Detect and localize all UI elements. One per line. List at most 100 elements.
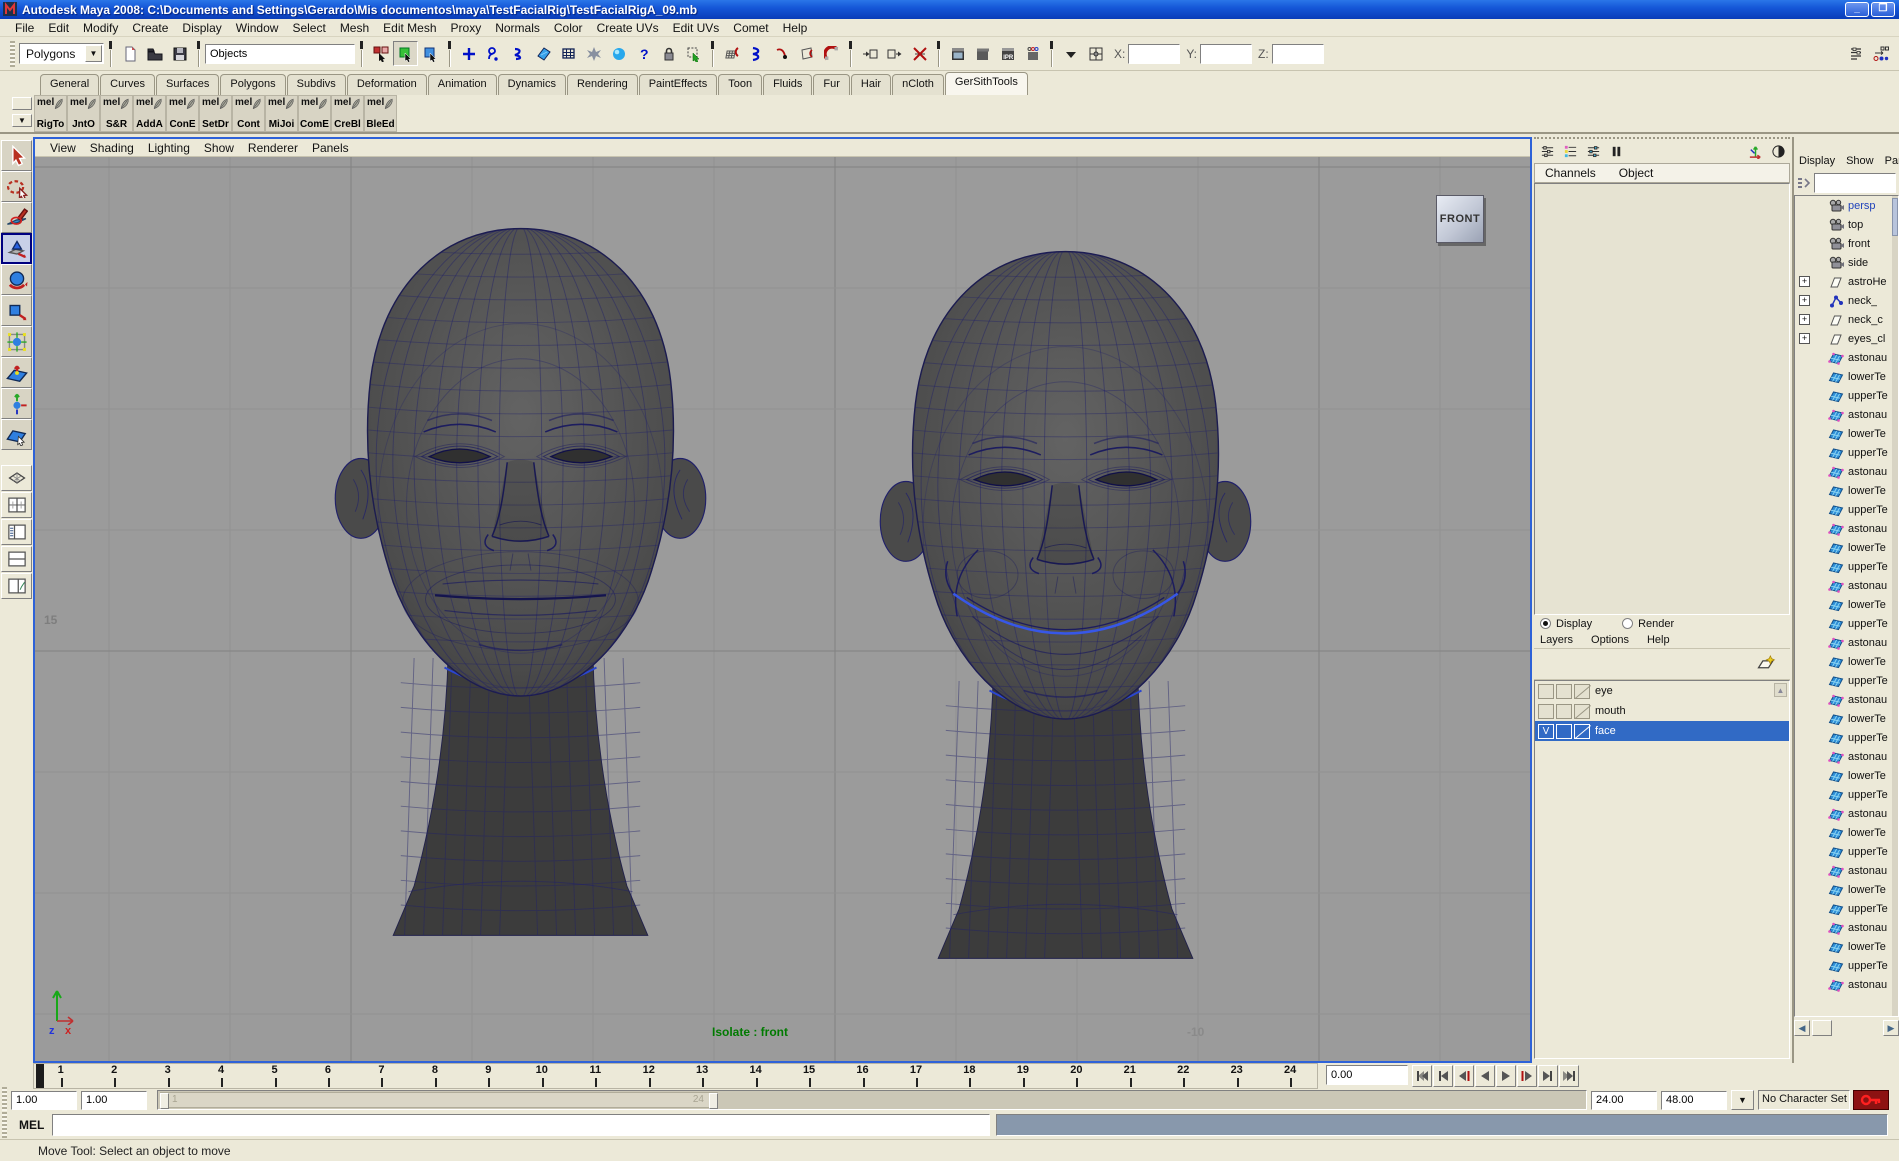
outliner-item-upperte[interactable]: upperTe [1795,557,1898,576]
shelf-item-adda[interactable]: melAddA [133,95,166,132]
statusline-separator[interactable] [934,40,943,68]
menu-edit-mesh[interactable]: Edit Mesh [376,20,443,36]
menu-create[interactable]: Create [125,20,175,36]
shelf-tab-ncloth[interactable]: nCloth [892,74,944,95]
viewport-menu-view[interactable]: View [43,140,83,156]
pause-button[interactable] [1605,141,1628,161]
menu-set-dropdown-icon[interactable]: ▼ [85,45,102,62]
outliner-item-neck[interactable]: +neck_ [1795,291,1898,310]
outliner-item-neck-c[interactable]: +neck_c [1795,310,1898,329]
menu-modify[interactable]: Modify [76,20,125,36]
frame-16[interactable]: 16 [836,1064,889,1088]
outliner-item-lowerte[interactable]: lowerTe [1795,481,1898,500]
rotate-tool-button[interactable] [1,264,32,295]
step-back-frame-button[interactable] [1433,1065,1453,1087]
snap-to-curves-button[interactable] [744,41,769,66]
playback-start-field[interactable] [11,1091,77,1110]
play-backwards-button[interactable] [1475,1065,1495,1087]
shelf-tab-painteffects[interactable]: PaintEffects [639,74,718,95]
lock-selection-button[interactable] [656,41,681,66]
frame-4[interactable]: 4 [194,1064,247,1088]
outliner-menu-display[interactable]: Display [1799,155,1835,167]
ipr-render-button[interactable]: IPR [995,41,1020,66]
layer-color-swatch[interactable] [1574,704,1590,719]
viewport-menu-shading[interactable]: Shading [83,140,141,156]
frame-3[interactable]: 3 [141,1064,194,1088]
shelf-tab-dynamics[interactable]: Dynamics [498,74,566,95]
outliner-item-astonau[interactable]: astonau [1795,690,1898,709]
channel-box-menu-channels[interactable]: Channels [1545,165,1605,181]
statusline-separator[interactable] [194,40,203,68]
shelf-tab-polygons[interactable]: Polygons [220,74,285,95]
channel-box-content[interactable] [1534,183,1790,615]
frame-19[interactable]: 19 [996,1064,1049,1088]
shelf-tab-hair[interactable]: Hair [851,74,891,95]
layer-row-mouth[interactable]: mouth [1535,701,1789,721]
channel-speed-fast-button[interactable] [1582,141,1605,161]
statusline-separator[interactable] [846,40,855,68]
outliner-item-astonau[interactable]: astonau [1795,633,1898,652]
shelf-item-bleed[interactable]: melBleEd [364,95,397,132]
outliner-item-upperte[interactable]: upperTe [1795,500,1898,519]
animation-start-field[interactable] [81,1091,147,1110]
outliner-item-lowerte[interactable]: lowerTe [1795,880,1898,899]
mask-points-button[interactable] [456,41,481,66]
outliner-item-persp[interactable]: persp [1795,196,1898,215]
layer-menu-layers[interactable]: Layers [1540,634,1581,646]
channel-box-menu-object[interactable]: Object [1619,165,1663,181]
scale-tool-button[interactable] [1,295,32,326]
render-region-button[interactable] [970,41,995,66]
playback-options-dropdown[interactable]: ▼ [1731,1090,1754,1110]
current-frame-indicator[interactable] [36,1064,44,1088]
layer-playback-toggle[interactable] [1556,704,1572,719]
statusline-separator[interactable] [357,40,366,68]
outliner-item-lowerte[interactable]: lowerTe [1795,367,1898,386]
transform-dropdown-button[interactable] [1058,41,1083,66]
mask-curves-button[interactable] [506,41,531,66]
neutral-head-mesh[interactable] [335,227,706,936]
frame-5[interactable]: 5 [248,1064,301,1088]
outliner-vertical-scrollbar[interactable] [1892,196,1898,1016]
mel-label-button[interactable]: MEL [11,1116,52,1134]
outliner-horizontal-scrollbar[interactable]: ◀ ▶ [1794,1019,1899,1037]
frame-2[interactable]: 2 [87,1064,140,1088]
shelf-tab-animation[interactable]: Animation [428,74,497,95]
viewport-menu-renderer[interactable]: Renderer [241,140,305,156]
menu-display[interactable]: Display [175,20,228,36]
outliner-item-lowerte[interactable]: lowerTe [1795,709,1898,728]
select-object-button[interactable] [393,41,418,66]
range-bar[interactable]: 1 24 [160,1092,718,1108]
mask-handles-button[interactable] [481,41,506,66]
lasso-tool-button[interactable] [1,171,32,202]
outliner-item-upperte[interactable]: upperTe [1795,386,1898,405]
outliner-item-astonau[interactable]: astonau [1795,861,1898,880]
channel-speed-medium-button[interactable] [1559,141,1582,161]
viewport-menu-lighting[interactable]: Lighting [141,140,197,156]
scroll-thumb[interactable] [1812,1020,1832,1036]
step-forward-key-button[interactable] [1517,1065,1537,1087]
split-pane-layout-button[interactable] [1,546,32,572]
shelf-item-setdr[interactable]: melSetDr [199,95,232,132]
outliner-item-upperte[interactable]: upperTe [1795,785,1898,804]
frame-6[interactable]: 6 [301,1064,354,1088]
frame-8[interactable]: 8 [408,1064,461,1088]
smiling-head-mesh[interactable] [880,250,1251,959]
outliner-item-lowerte[interactable]: lowerTe [1795,652,1898,671]
scroll-right-icon[interactable]: ▶ [1883,1020,1899,1036]
go-to-end-button[interactable] [1559,1065,1579,1087]
outliner-item-astonau[interactable]: astonau [1795,462,1898,481]
z-coordinate-field[interactable] [1272,44,1324,64]
mask-dynamics-button[interactable] [581,41,606,66]
new-scene-button[interactable] [117,41,142,66]
outliner-item-lowerte[interactable]: lowerTe [1795,424,1898,443]
make-live-button[interactable] [819,41,844,66]
frame-ruler[interactable]: 123456789101112131415161718192021222324 [33,1063,1318,1089]
select-tool-button[interactable] [1,140,32,171]
output-connections-button[interactable] [882,41,907,66]
toggle-tool-settings-button[interactable] [1868,41,1893,66]
select-hierarchy-button[interactable] [368,41,393,66]
select-component-button[interactable] [418,41,443,66]
statusline-separator[interactable] [106,40,115,68]
step-forward-frame-button[interactable] [1538,1065,1558,1087]
front-viewport-panel[interactable]: ViewShadingLightingShowRendererPanels FR… [33,137,1532,1063]
